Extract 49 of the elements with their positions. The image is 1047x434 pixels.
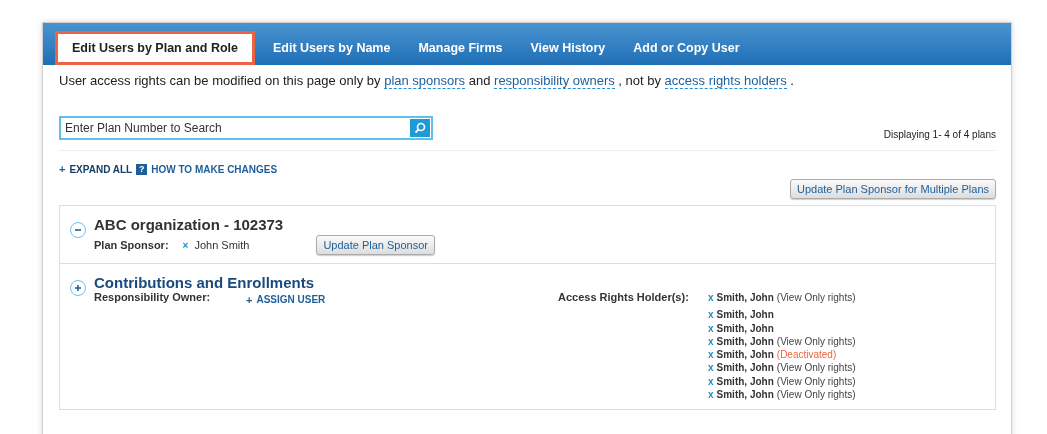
intro-text: User access rights can be modified on this page only by plan sponsors and responsibility owners , not by access rights holders . bbox=[59, 73, 795, 88]
tab[interactable]: Manage Firms bbox=[404, 31, 517, 65]
help-icon: ? bbox=[136, 163, 148, 175]
holder-status: (Deactivated) bbox=[776, 348, 837, 362]
holder-status: (View Only rights) bbox=[776, 388, 856, 402]
tab[interactable]: Edit Users by Plan and Role bbox=[55, 31, 255, 65]
remove-icon[interactable]: x bbox=[708, 361, 714, 375]
holder-name: Smith, John bbox=[716, 361, 774, 375]
plus-icon: + bbox=[246, 294, 253, 402]
holder-name: Smith, John bbox=[716, 334, 774, 349]
holder-name: Smith, John bbox=[716, 388, 774, 402]
link[interactable]: access rights holders bbox=[664, 73, 787, 89]
holder-status: (View Only rights) bbox=[776, 361, 856, 375]
display-count: Displaying 1- 4 of 4 plans bbox=[883, 129, 996, 140]
link[interactable]: responsibility owners bbox=[494, 73, 615, 89]
tab[interactable]: Add or Copy User bbox=[619, 31, 754, 65]
holders-label: Access Rights Holder(s): bbox=[558, 291, 690, 305]
sponsor-name: John Smith bbox=[194, 239, 251, 251]
assign-user-link[interactable]: ASSIGN USER bbox=[256, 294, 326, 402]
holder-name: Smith, John bbox=[716, 321, 774, 335]
remove-icon[interactable]: x bbox=[708, 348, 714, 362]
expand-all-link[interactable]: EXPAND ALL bbox=[69, 163, 133, 175]
remove-icon[interactable]: x bbox=[708, 334, 714, 349]
remove-icon[interactable]: x bbox=[708, 321, 714, 335]
holder-name: Smith, John bbox=[716, 308, 774, 322]
remove-icon[interactable]: × bbox=[182, 239, 189, 251]
plus-icon: + bbox=[59, 163, 66, 175]
owner-label: Responsibility Owner: bbox=[94, 291, 212, 305]
sponsor-label: Plan Sponsor: bbox=[94, 239, 169, 251]
tab[interactable]: View History bbox=[516, 31, 620, 65]
remove-icon[interactable]: x bbox=[708, 388, 714, 402]
help-link[interactable]: HOW TO MAKE CHANGES bbox=[151, 163, 278, 175]
update-multiple-button[interactable]: Update Plan Sponsor for Multiple Plans bbox=[790, 179, 996, 199]
holder-name: Smith, John bbox=[716, 348, 774, 362]
remove-icon[interactable]: x bbox=[708, 374, 714, 389]
section-title: Contributions and Enrollments bbox=[94, 274, 315, 291]
plan-title: ABC organization - 102373 bbox=[94, 216, 285, 233]
holder-status: (View Only rights) bbox=[776, 374, 856, 389]
holder-status: (View Only rights) bbox=[776, 334, 856, 349]
holder-status: (View Only rights) bbox=[776, 291, 856, 305]
search-field[interactable]: Enter Plan Number to Search bbox=[59, 116, 433, 140]
holder-name: Smith, John bbox=[716, 374, 774, 389]
tab[interactable]: Edit Users by Name bbox=[259, 31, 405, 65]
search-icon[interactable] bbox=[410, 119, 430, 137]
link[interactable]: plan sponsors bbox=[384, 73, 466, 89]
remove-icon[interactable]: x bbox=[708, 308, 714, 322]
holder-name: Smith, John bbox=[716, 291, 774, 305]
update-sponsor-button[interactable]: Update Plan Sponsor bbox=[316, 235, 435, 255]
remove-icon[interactable]: x bbox=[708, 291, 714, 305]
